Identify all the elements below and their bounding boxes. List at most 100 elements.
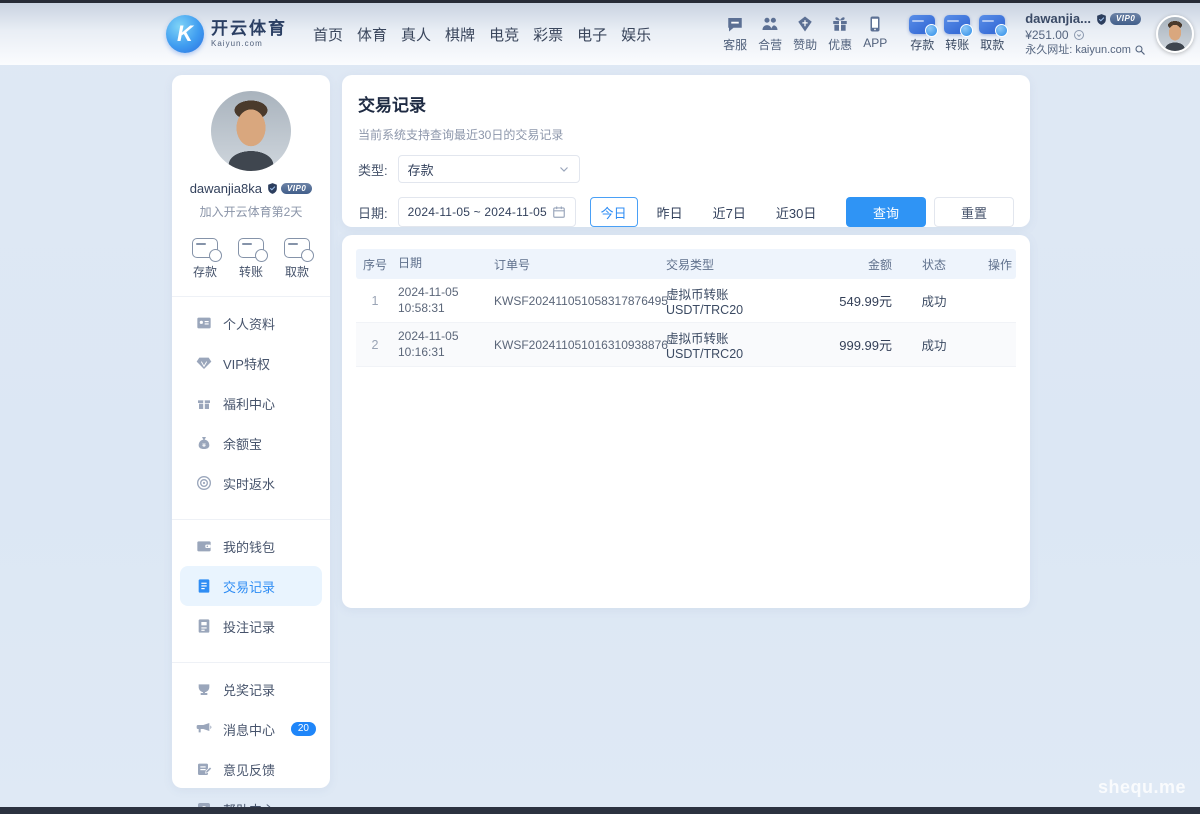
utility-nav: 客服 合营 赞助 优惠 APP <box>723 15 887 53</box>
vip-level-pill: VIP0 <box>1110 13 1141 25</box>
quick-transfer-button[interactable]: 转账 <box>238 238 264 280</box>
vip-shield-icon <box>266 182 279 195</box>
promotions-button[interactable]: 优惠 <box>828 15 852 53</box>
utility-label: 赞助 <box>793 36 817 53</box>
sidebar-item-welfare[interactable]: 福利中心 <box>172 383 330 423</box>
sidebar-item-messages[interactable]: 消息中心 20 <box>172 709 330 749</box>
sidebar-item-label: 余额宝 <box>223 434 262 453</box>
col-header-date: 日期 <box>394 256 490 272</box>
filters-card: 交易记录 当前系统支持查询最近30日的交易记录 类型: 存款 日期: 2024-… <box>342 75 1030 227</box>
cell-transaction-type: 虚拟币转账USDT/TRC20 <box>662 328 800 361</box>
sponsor-button[interactable]: 赞助 <box>793 15 817 53</box>
transfer-card-icon <box>944 15 970 34</box>
phone-icon <box>866 15 884 33</box>
sidebar-item-label: 意见反馈 <box>223 760 275 779</box>
nav-item-sports[interactable]: 体育 <box>357 24 387 45</box>
range-today-button[interactable]: 今日 <box>590 197 638 227</box>
profile-block: dawanjia8ka VIP0 加入开云体育第2天 <box>172 91 330 220</box>
quick-withdraw-button[interactable]: 取款 <box>284 238 310 280</box>
range-30days-button[interactable]: 近30日 <box>765 197 827 227</box>
utility-label: 客服 <box>723 36 747 53</box>
customer-service-button[interactable]: 客服 <box>723 15 747 53</box>
withdraw-outline-icon <box>284 238 310 258</box>
date-range-value: 2024-11-05 ~ 2024-11-05 <box>408 205 552 219</box>
sidebar-item-vip[interactable]: VIP特权 <box>172 343 330 383</box>
partnership-button[interactable]: 合营 <box>758 15 782 53</box>
type-select[interactable]: 存款 <box>398 155 580 183</box>
vip-badge: VIP0 <box>1095 13 1141 26</box>
joined-days-text: 加入开云体育第2天 <box>172 203 330 220</box>
logo-monogram-icon: K <box>166 15 204 53</box>
cell-index: 2 <box>356 338 394 352</box>
sidebar-item-yuebao[interactable]: 余额宝 <box>172 423 330 463</box>
calendar-icon <box>552 205 566 219</box>
magnifier-icon[interactable] <box>1134 44 1146 56</box>
range-yesterday-button[interactable]: 昨日 <box>646 197 694 227</box>
sidebar-item-prizes[interactable]: 兑奖记录 <box>172 669 330 709</box>
sidebar-item-label: 兑奖记录 <box>223 680 275 699</box>
nav-item-home[interactable]: 首页 <box>313 24 343 45</box>
quick-deposit-button[interactable]: 存款 <box>192 238 218 280</box>
deposit-button[interactable]: 存款 <box>909 15 935 53</box>
sidebar-item-label: 消息中心 <box>223 720 275 739</box>
nav-item-entertainment[interactable]: 娱乐 <box>621 24 651 45</box>
nav-item-slots[interactable]: 电子 <box>577 24 607 45</box>
avatar[interactable] <box>1156 15 1194 53</box>
nav-item-lottery[interactable]: 彩票 <box>533 24 563 45</box>
col-header-action: 操作 <box>972 256 1016 273</box>
sidebar-item-feedback[interactable]: 意见反馈 <box>172 749 330 789</box>
permanent-url-label: 永久网址: kaiyun.com <box>1025 43 1131 57</box>
refresh-balance-icon[interactable] <box>1073 29 1085 41</box>
reset-button[interactable]: 重置 <box>934 197 1014 227</box>
sponsor-icon <box>796 15 814 33</box>
range-7days-button[interactable]: 近7日 <box>702 197 757 227</box>
avatar[interactable] <box>211 91 291 171</box>
sidebar-item-label: 交易记录 <box>223 577 275 596</box>
sidebar-item-label: 我的钱包 <box>223 537 275 556</box>
withdraw-button[interactable]: 取款 <box>979 15 1005 53</box>
nav-item-live[interactable]: 真人 <box>401 24 431 45</box>
sidebar-item-profile[interactable]: 个人资料 <box>172 303 330 343</box>
cell-transaction-type: 虚拟币转账USDT/TRC20 <box>662 284 800 317</box>
username-top[interactable]: dawanjia... <box>1025 11 1091 28</box>
table-row[interactable]: 1 2024-11-0510:58:31 KWSF202411051058317… <box>356 279 1016 323</box>
transfer-button[interactable]: 转账 <box>944 15 970 53</box>
logo-brand-text: 开云体育 <box>211 20 287 39</box>
transactions-table-card: 序号 日期 订单号 交易类型 金额 状态 操作 1 2024-11-0510:5… <box>342 235 1030 608</box>
nav-item-cards[interactable]: 棋牌 <box>445 24 475 45</box>
quick-range-group: 今日 昨日 近7日 近30日 <box>590 197 828 227</box>
nav-item-esports[interactable]: 电竞 <box>489 24 519 45</box>
date-range-input[interactable]: 2024-11-05 ~ 2024-11-05 <box>398 197 576 227</box>
quick-action-label: 转账 <box>239 263 263 280</box>
transaction-records-icon <box>196 578 212 594</box>
type-select-value: 存款 <box>408 160 558 179</box>
table-row[interactable]: 2 2024-11-0510:16:31 KWSF202411051016310… <box>356 323 1016 367</box>
wallet-label: 取款 <box>980 36 1004 53</box>
vip-shield-icon <box>1095 13 1108 26</box>
date-label: 日期: <box>358 203 388 222</box>
site-logo[interactable]: K 开云体育 Kaiyun.com <box>166 15 287 53</box>
vip-badge: VIP0 <box>266 182 312 195</box>
balance-amount: ¥251.00 <box>1025 28 1068 44</box>
top-navbar: K 开云体育 Kaiyun.com 首页 体育 真人 棋牌 电竞 彩票 电子 娱… <box>0 3 1200 65</box>
sidebar-item-wallet[interactable]: 我的钱包 <box>172 526 330 566</box>
wallet-label: 存款 <box>910 36 934 53</box>
sidebar-item-rebate[interactable]: 实时返水 <box>172 463 330 503</box>
query-button[interactable]: 查询 <box>846 197 926 227</box>
welfare-gift-icon <box>196 395 212 411</box>
sidebar-item-label: 福利中心 <box>223 394 275 413</box>
sidebar-item-label: VIP特权 <box>223 354 270 373</box>
sidebar-item-bets[interactable]: 投注记录 <box>172 606 330 646</box>
cell-order-no: KWSF202411051016310938876 <box>490 338 662 352</box>
cell-order-no: KWSF202411051058317876495 <box>490 294 662 308</box>
cell-date: 2024-11-0510:16:31 <box>394 329 490 360</box>
withdraw-card-icon <box>979 15 1005 34</box>
sidebar-item-transactions[interactable]: 交易记录 <box>180 566 322 606</box>
main-nav: 首页 体育 真人 棋牌 电竞 彩票 电子 娱乐 <box>313 24 651 45</box>
app-download-button[interactable]: APP <box>863 15 887 53</box>
divider <box>172 662 330 663</box>
cell-date-day: 2024-11-05 <box>398 329 459 343</box>
date-filter-row: 日期: 2024-11-05 ~ 2024-11-05 今日 昨日 近7日 近3… <box>358 197 1014 227</box>
sidebar-item-label: 投注记录 <box>223 617 275 636</box>
money-bag-icon <box>196 435 212 451</box>
